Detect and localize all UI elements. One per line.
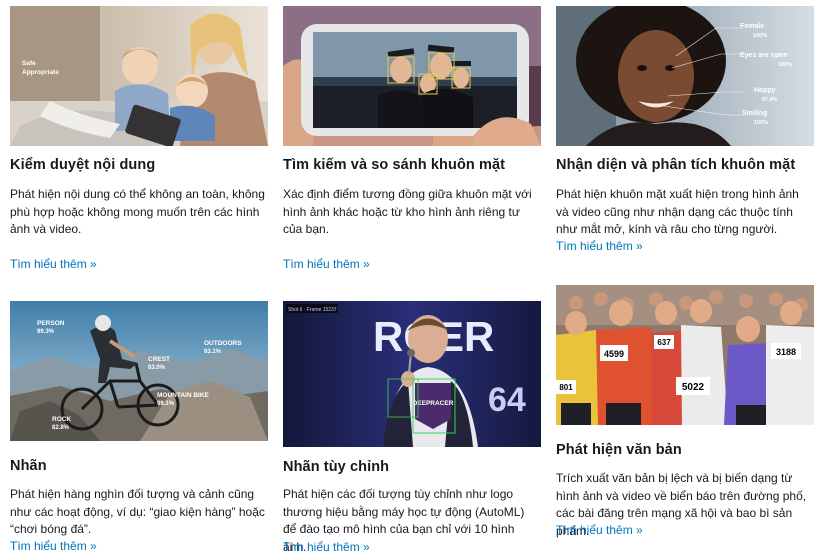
custom-labels-image: RGER 64 DEEPRACER Shot 6 · Frame 15237 [283, 301, 541, 447]
bib-2: 637 [657, 338, 671, 347]
attr-eyes-value: 100% [778, 62, 792, 68]
content-moderation-image: Safe Appropriate [10, 6, 268, 146]
bib-3: 3188 [776, 347, 796, 357]
bib-1: 4599 [604, 349, 624, 359]
bib-4: 5022 [682, 382, 705, 393]
card-title: Nhận diện và phân tích khuôn mặt [556, 157, 796, 173]
text-detection-image: 4599 637 3188 5022 801 [556, 285, 814, 425]
attr-female-label: Female [740, 23, 764, 30]
backdrop-digits: 64 [488, 381, 526, 419]
card-description: Phát hiện nội dung có thể không an toàn,… [10, 187, 265, 237]
overlay-appropriate-label: Appropriate [22, 69, 59, 76]
label-mountain-bike-value: 99.1% [157, 401, 175, 407]
logo-text: DEEPRACER [413, 400, 454, 407]
card-description: Xác định điểm tương đồng giữa khuôn mặt … [283, 187, 532, 237]
attr-smiling-label: Smiling [742, 110, 767, 117]
label-rock-value: 82.8% [52, 425, 70, 431]
label-crest: CREST [148, 356, 170, 363]
attr-eyes-label: Eyes are open [740, 52, 787, 59]
card-description: Phát hiện khuôn mặt xuất hiện trong hình… [556, 187, 799, 237]
label-outdoors-value: 83.1% [204, 349, 222, 355]
label-outdoors: OUTDOORS [204, 340, 242, 347]
frame-label: Shot 6 · Frame 15237 [288, 307, 337, 313]
card-title: Kiểm duyệt nội dung [10, 157, 156, 173]
learn-more-link[interactable]: Tìm hiểu thêm » [10, 257, 97, 271]
attr-smiling-value: 100% [754, 120, 768, 126]
label-rock: ROCK [52, 416, 71, 423]
attr-happy-label: Happy [754, 87, 776, 94]
card-title: Nhãn [10, 458, 47, 474]
labels-image: PERSON 99.3% OUTDOORS 83.1% CREST 83.0% … [10, 301, 268, 441]
face-analysis-image: Female 100% Eyes are open 100% Happy 97.… [556, 6, 814, 146]
learn-more-link[interactable]: Tìm hiểu thêm » [556, 239, 643, 253]
learn-more-link[interactable]: Tìm hiểu thêm » [283, 257, 370, 271]
overlay-safe-label: Safe [22, 60, 36, 67]
label-person-value: 99.3% [37, 329, 55, 335]
label-mountain-bike: MOUNTAIN BIKE [157, 392, 210, 399]
card-title: Tìm kiếm và so sánh khuôn mặt [283, 157, 506, 173]
face-search-image [283, 6, 541, 146]
attr-female-value: 100% [753, 33, 767, 39]
label-person: PERSON [37, 320, 65, 327]
learn-more-link[interactable]: Tìm hiểu thêm » [283, 540, 370, 554]
label-crest-value: 83.0% [148, 365, 166, 371]
bib-5: 801 [559, 383, 573, 392]
card-title: Nhãn tùy chỉnh [283, 459, 390, 475]
card-title: Phát hiện văn bản [556, 442, 682, 458]
attr-happy-value: 97.4% [762, 97, 778, 103]
learn-more-link[interactable]: Tìm hiểu thêm » [556, 523, 643, 537]
card-description: Phát hiện hàng nghìn đối tượng và cảnh c… [10, 487, 265, 537]
